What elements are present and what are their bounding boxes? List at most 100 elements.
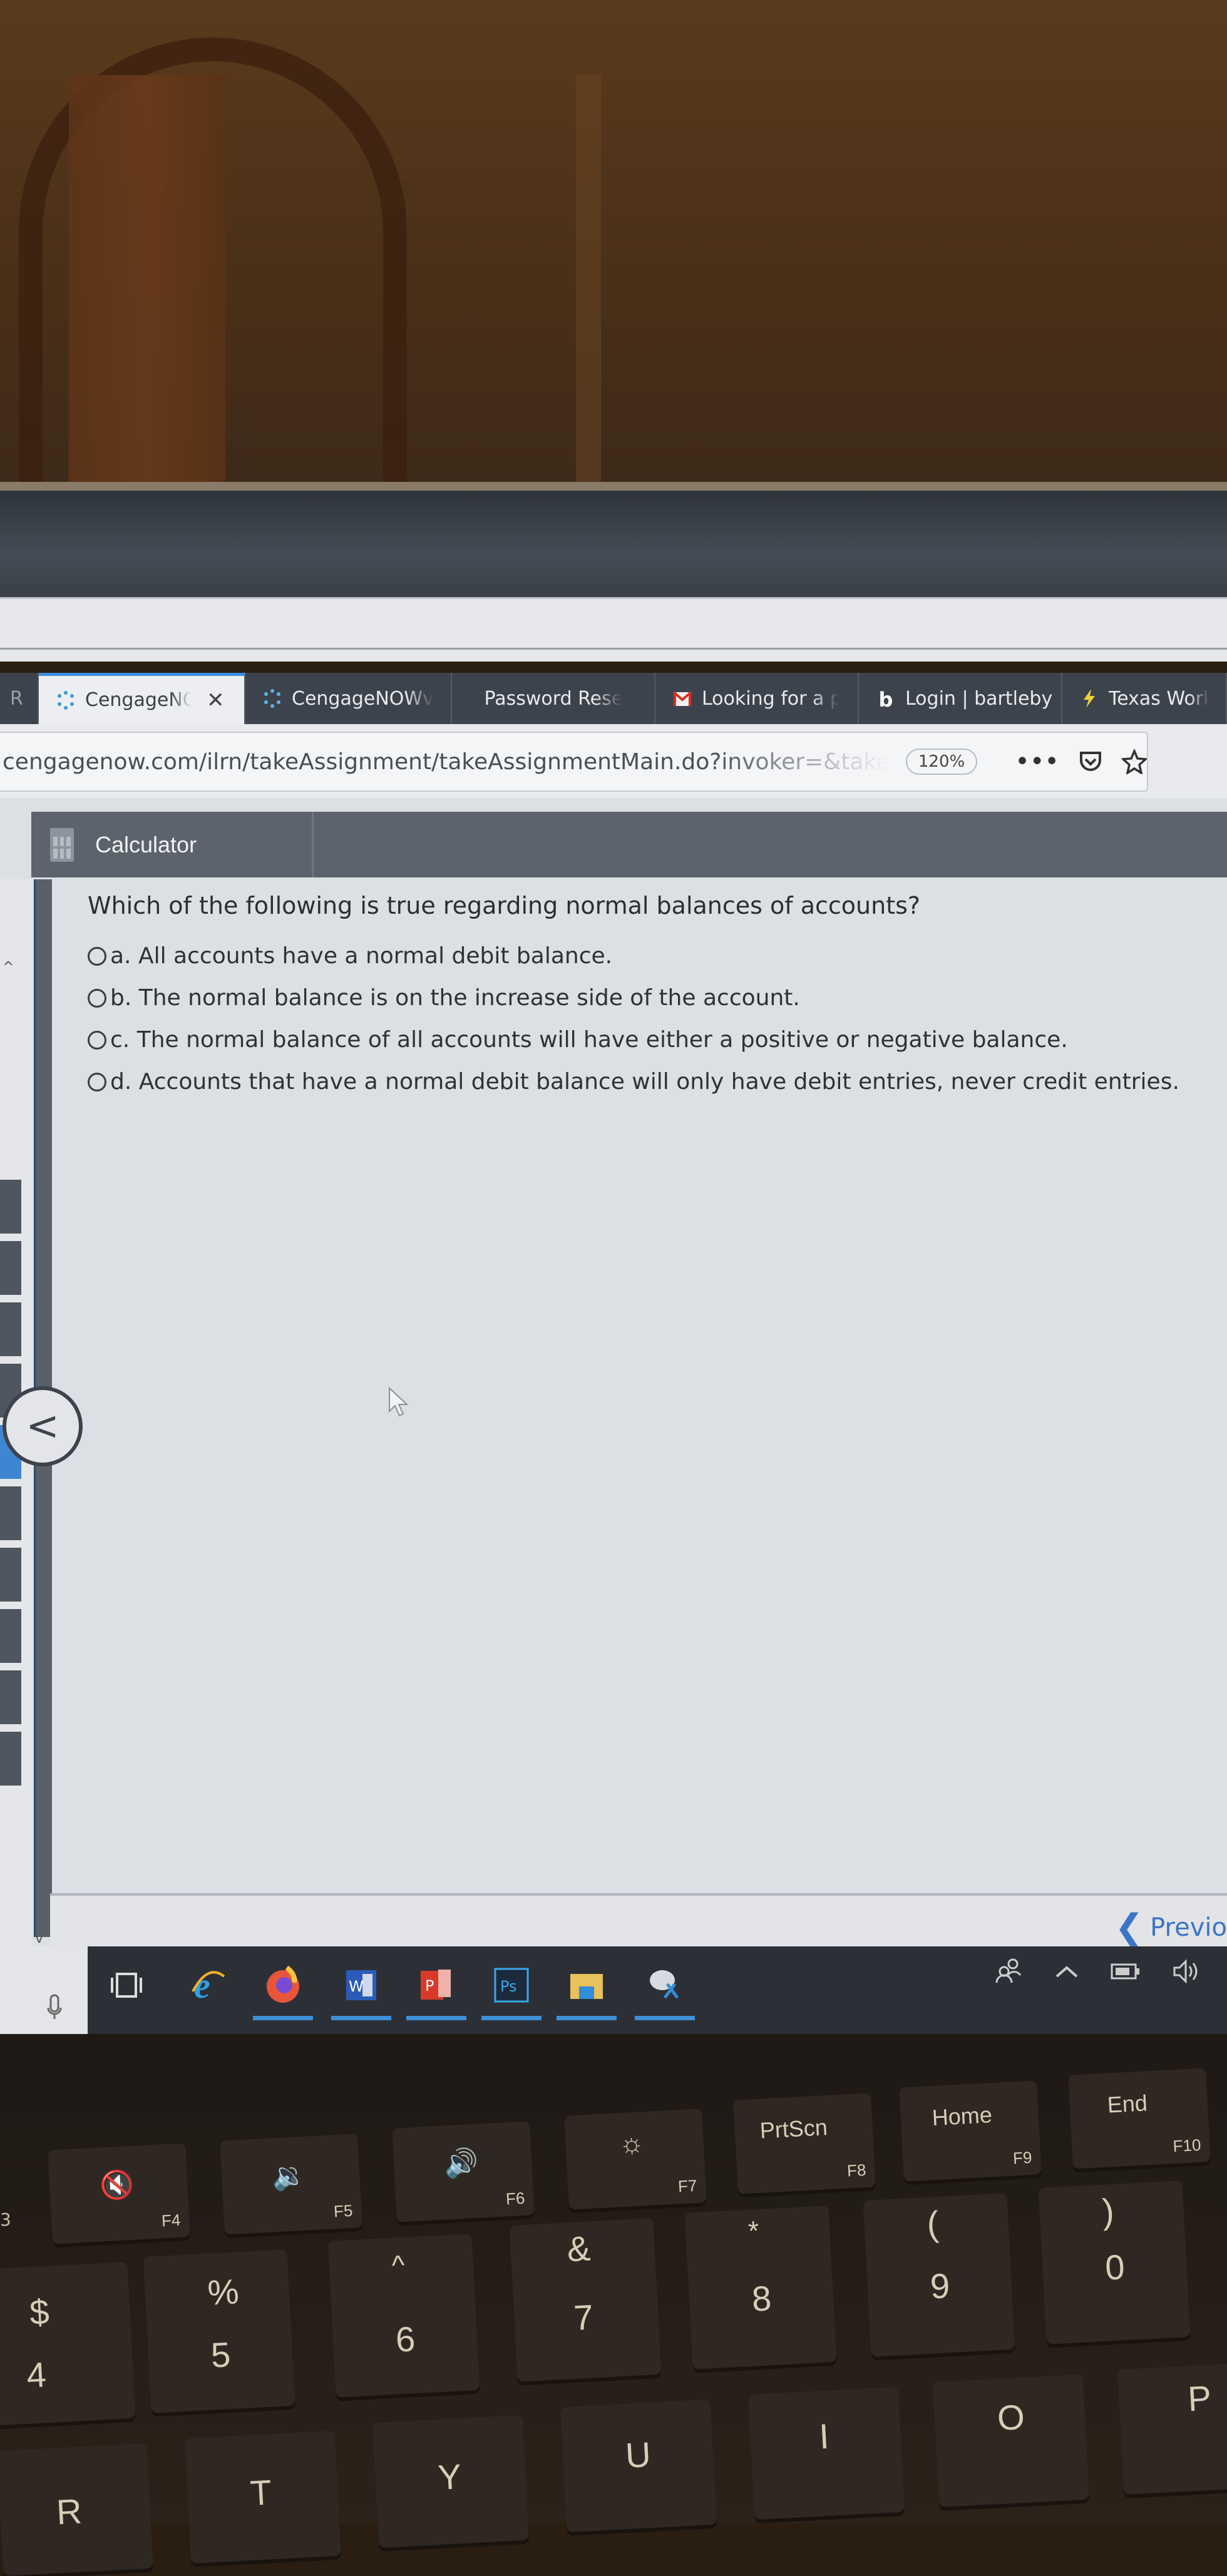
scroll-down-icon[interactable]: v [35,1931,43,1946]
tab-partial[interactable]: R [0,673,39,724]
chevron-up-icon[interactable] [1054,1964,1079,1979]
key-end: End F10 [1068,2068,1211,2169]
key-9: ( 9 [863,2193,1015,2357]
photoshop-button[interactable]: Ps [481,1965,542,2020]
question-nav-item[interactable] [0,1732,21,1786]
taskbar-left-area [0,1946,88,2034]
option-text: Accounts that have a normal debit balanc… [138,1069,1179,1095]
calculator-button[interactable]: Calculator [95,832,197,858]
address-bar[interactable]: cengagenow.com/ilrn/takeAssignment/takeA… [0,732,1148,792]
key-u: U [560,2399,717,2533]
tab-label: CengageNO [85,689,192,711]
tab-label: Login | bartleby [905,687,1053,710]
zoom-level-badge[interactable]: 120% [905,749,978,775]
option-text: The normal balance of all accounts will … [136,1027,1068,1053]
question-nav-item[interactable] [0,1241,21,1295]
question-nav-item[interactable] [0,1670,21,1724]
task-view-icon [111,1973,142,1998]
key-5: % 5 [143,2249,295,2413]
tools-header: Calculator [31,812,1227,877]
key-p: P [1117,2361,1227,2495]
microphone-icon[interactable] [46,1994,63,2021]
answer-option-d[interactable]: d. Accounts that have a normal debit bal… [88,1069,1214,1095]
question-nav-item[interactable] [0,1302,21,1356]
key-partial-3: 3 [0,2209,11,2230]
tab-label: Password Reset [484,687,622,710]
key-y: Y [372,2415,530,2548]
volume-icon[interactable] [1172,1959,1202,1984]
internet-explorer-button[interactable]: e [188,1965,228,2005]
calculator-icon[interactable] [50,827,74,862]
windows-taskbar: e W P Ps [0,1946,1227,2034]
collapse-panel-button[interactable]: < [3,1386,83,1466]
tab-cengage-2[interactable]: CengageNOWv [245,673,452,724]
key-f7: ☼ F7 [564,2108,707,2210]
scroll-up-icon[interactable]: ^ [3,959,14,975]
question-content: Which of the following is true regarding… [88,892,1214,1111]
tab-password-reset[interactable]: Password Reset [452,673,655,724]
chevron-left-icon: < [26,1403,59,1449]
url-text[interactable]: cengagenow.com/ilrn/takeAssignment/takeA… [0,749,888,775]
key-r: R [0,2443,154,2576]
running-indicator [406,2016,466,2020]
battery-icon[interactable] [1111,1963,1141,1980]
cengage-icon [58,690,74,710]
running-indicator [253,2016,313,2020]
question-nav-item[interactable] [0,1548,21,1602]
svg-text:Ps: Ps [500,1978,517,1995]
key-0: ) 0 [1038,2180,1191,2344]
file-explorer-button[interactable] [557,1965,617,2020]
powerpoint-button[interactable]: P [406,1965,466,2020]
bookmark-star-icon[interactable] [1122,749,1147,774]
question-nav-item[interactable] [0,1486,21,1540]
running-indicator [331,2016,391,2020]
question-nav-item[interactable] [0,1180,21,1234]
pocket-icon[interactable] [1078,749,1103,774]
key-home: Home F9 [899,2080,1042,2182]
svg-text:P: P [425,1977,434,1995]
key-8: * 8 [684,2205,837,2369]
radio-button[interactable] [88,988,106,1008]
tab-cengage-active[interactable]: CengageNO ✕ [39,673,245,724]
tab-texas-workforce[interactable]: Texas Workforc [1062,673,1227,724]
key-o: O [932,2374,1090,2508]
key-prtscn: PrtScn F8 [733,2093,876,2194]
firefox-button[interactable] [253,1965,313,2020]
key-f4: 🔇 F4 [48,2143,190,2244]
question-list [0,1180,21,1793]
powerpoint-icon: P [421,1970,451,2000]
tab-bartleby[interactable]: b Login | bartleby [859,673,1062,724]
page-actions-menu-icon[interactable]: ••• [1015,747,1059,776]
firefox-icon [267,1965,299,2003]
key-4: $ 4 [0,2262,136,2426]
question-text: Which of the following is true regarding… [88,892,921,919]
laptop-keyboard: 🔇 F4 🔉 F5 🔊 F6 ☼ F7 PrtScn F8 Home F9 En… [0,2034,1227,2576]
radio-button[interactable] [88,1030,106,1050]
system-tray [995,1958,1202,1985]
chevron-left-icon: ❮ [1114,1907,1144,1948]
option-letter: a. [110,943,131,969]
answer-option-c[interactable]: c. The normal balance of all accounts wi… [88,1027,1214,1053]
key-7: & 7 [509,2218,662,2382]
snipping-tool-button[interactable] [635,1965,695,2020]
radio-button[interactable] [88,946,106,966]
svg-text:W: W [349,1978,364,1995]
previous-button[interactable]: ❮ Previo [1114,1907,1227,1948]
radio-button[interactable] [88,1072,106,1091]
question-nav-item[interactable] [0,1609,21,1663]
option-text: The normal balance is on the increase si… [138,985,800,1011]
task-view-button[interactable] [106,1965,146,2005]
people-icon[interactable] [995,1958,1023,1985]
monitor-bezel [0,491,1227,597]
header-divider [312,812,314,877]
key-6: ^ 6 [327,2234,480,2398]
address-bar-row: cengagenow.com/ilrn/takeAssignment/takeA… [0,724,1227,800]
close-tab-icon[interactable]: ✕ [207,688,225,713]
room-background [0,0,1227,494]
answer-option-a[interactable]: a. All accounts have a normal debit bala… [88,943,1214,969]
tab-label: Texas Workforc [1109,687,1209,710]
word-icon: W [346,1970,376,2000]
answer-option-b[interactable]: b. The normal balance is on the increase… [88,985,1214,1011]
word-button[interactable]: W [331,1965,391,2020]
tab-gmail[interactable]: Looking for a p [655,673,859,724]
